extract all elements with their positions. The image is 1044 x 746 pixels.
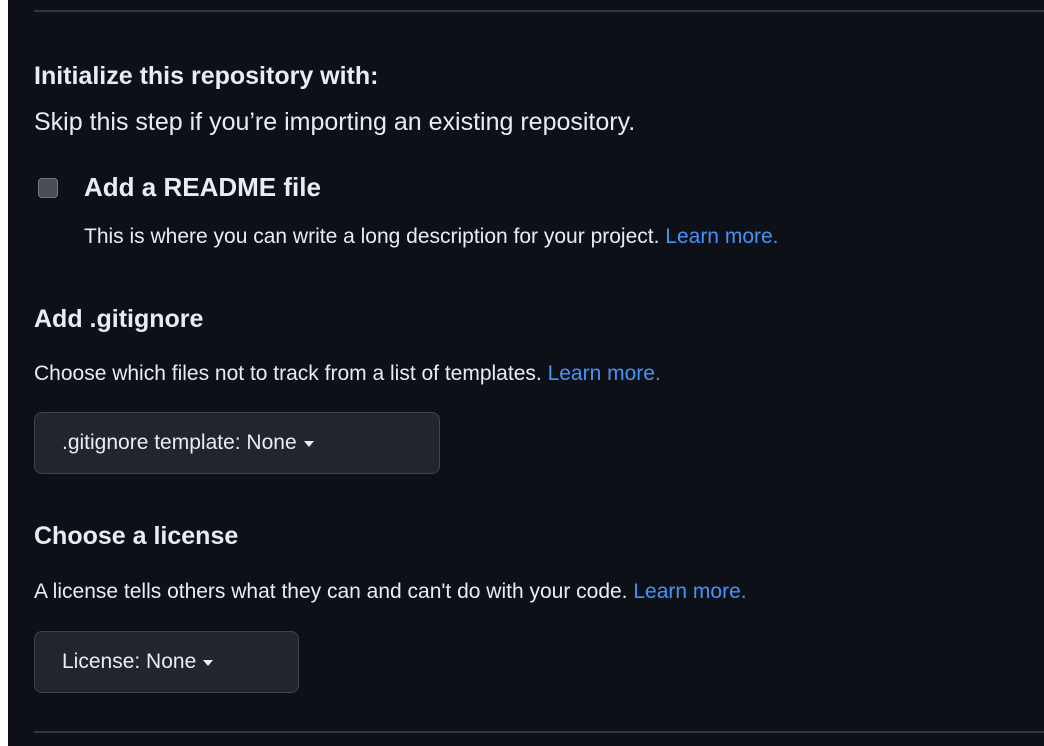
gitignore-template-select[interactable]: .gitignore template: None — [34, 412, 440, 474]
readme-label[interactable]: Add a README file — [84, 172, 321, 203]
license-heading: Choose a license — [34, 522, 239, 550]
bottom-divider — [34, 731, 1044, 733]
initialize-heading: Initialize this repository with: — [34, 62, 379, 90]
gitignore-select-label: .gitignore template: None — [62, 431, 297, 454]
gitignore-description: Choose which files not to track from a l… — [34, 362, 542, 385]
gitignore-description-row: Choose which files not to track from a l… — [34, 362, 661, 386]
repository-init-panel: Initialize this repository with: Skip th… — [8, 0, 1044, 746]
gitignore-learn-more-link[interactable]: Learn more. — [548, 362, 661, 385]
license-description: A license tells others what they can and… — [34, 580, 628, 603]
license-select-label: License: None — [62, 650, 197, 673]
caret-down-icon — [203, 660, 214, 666]
readme-description: This is where you can write a long descr… — [84, 225, 660, 248]
license-learn-more-link[interactable]: Learn more. — [633, 580, 746, 603]
caret-down-icon — [303, 441, 314, 447]
readme-learn-more-link[interactable]: Learn more. — [665, 225, 778, 248]
initialize-subtitle: Skip this step if you’re importing an ex… — [34, 108, 636, 136]
readme-description-row: This is where you can write a long descr… — [84, 225, 779, 249]
license-description-row: A license tells others what they can and… — [34, 580, 747, 604]
readme-checkbox[interactable] — [38, 178, 58, 198]
gitignore-heading: Add .gitignore — [34, 305, 204, 333]
top-divider — [34, 10, 1044, 12]
license-select[interactable]: License: None — [34, 631, 299, 693]
